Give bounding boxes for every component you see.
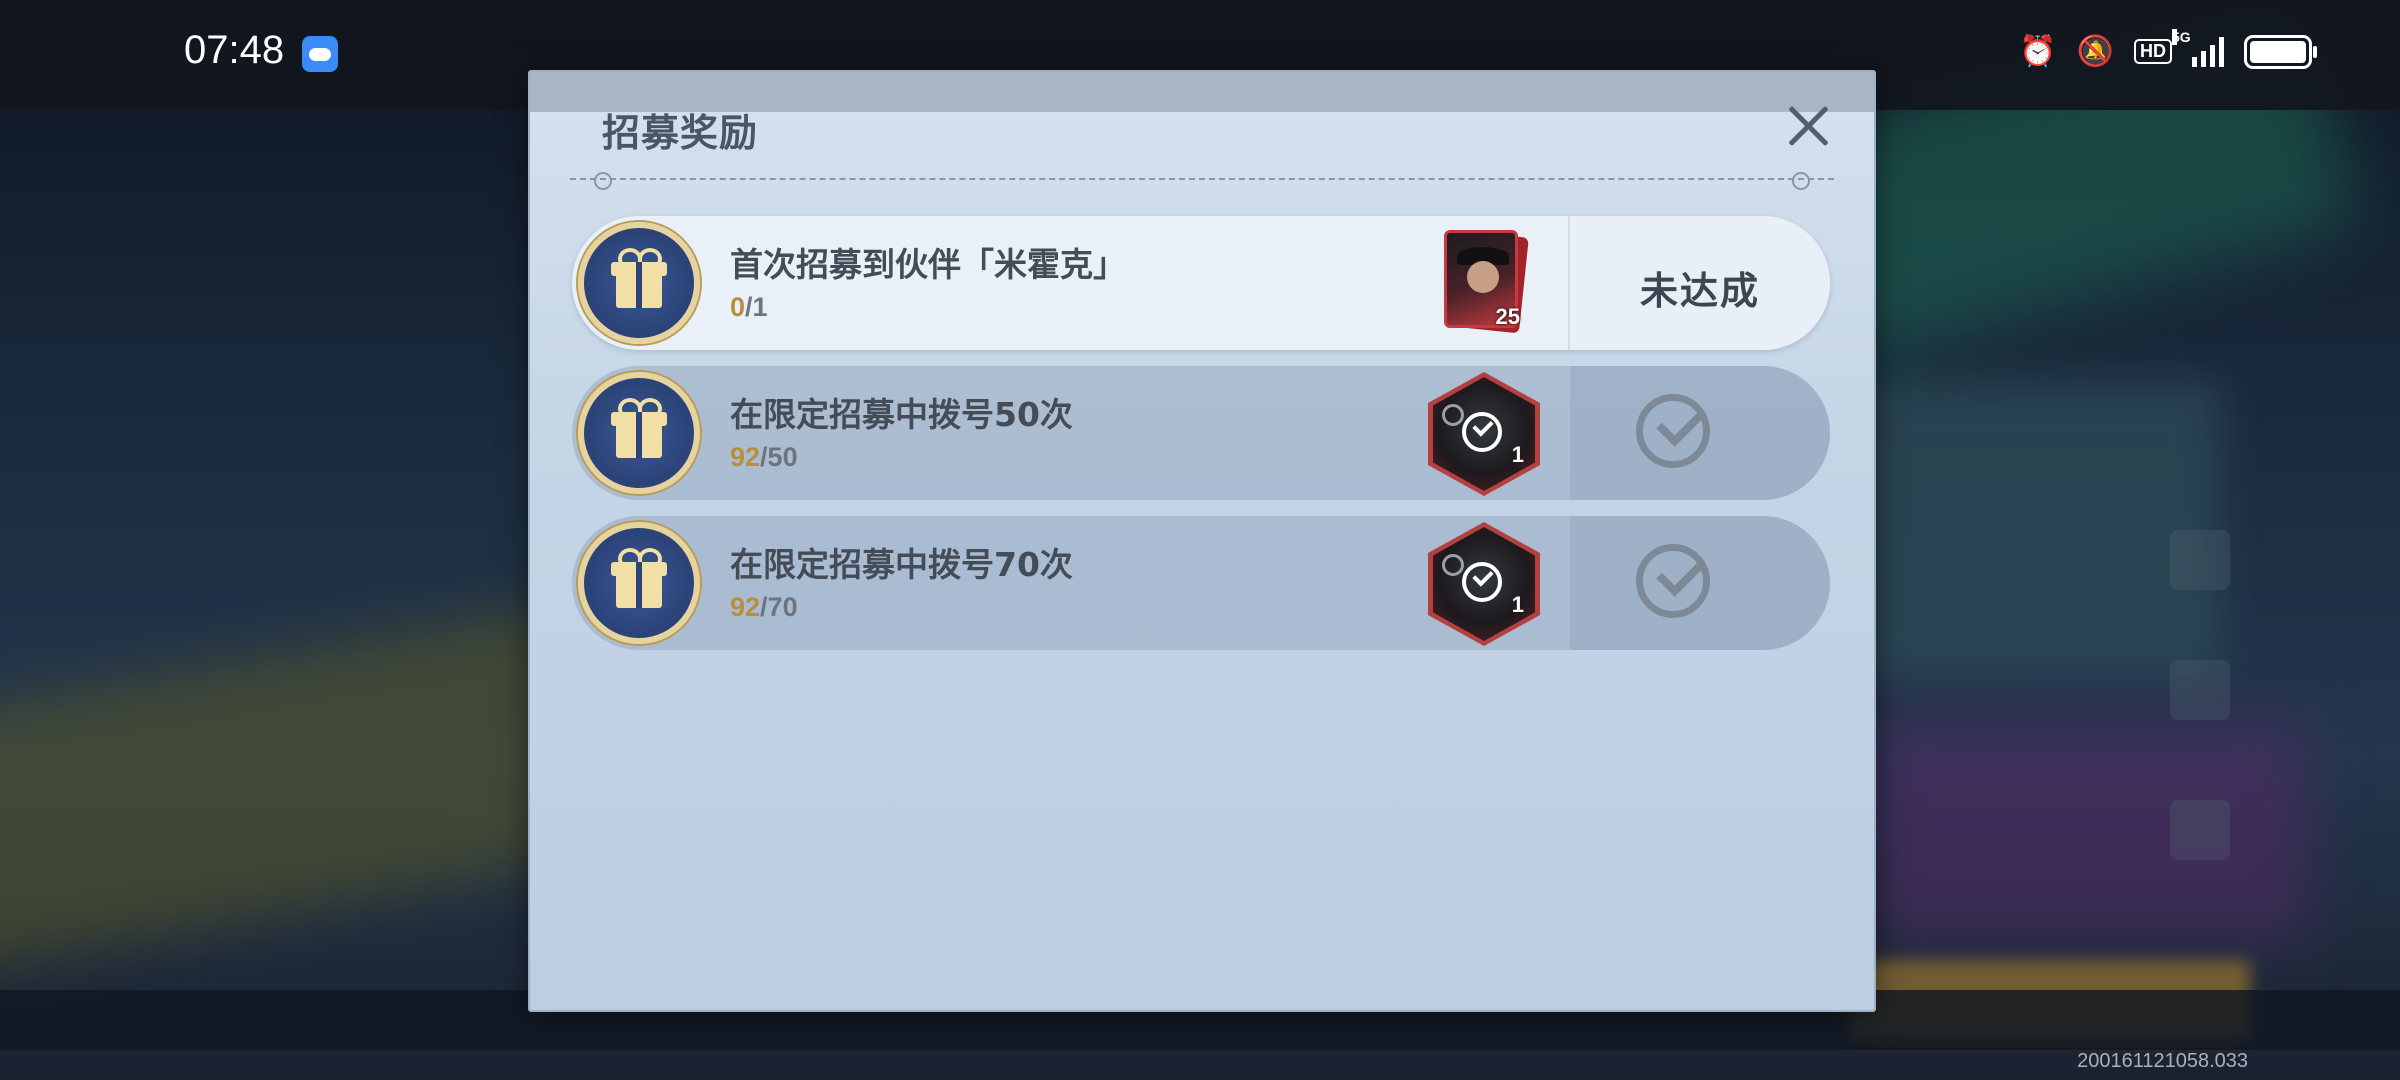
hd-icon: HD [2134, 39, 2172, 64]
hex-token-reward[interactable]: 1 [1428, 372, 1540, 496]
task-label: 在限定招募中拨号70次 [730, 545, 1073, 584]
claimed-check-icon [1462, 562, 1502, 602]
gift-icon [578, 222, 700, 344]
gift-icon [578, 372, 700, 494]
task-progress: 0/1 [730, 292, 768, 322]
silent-icon: 🔕 [2076, 34, 2114, 69]
battery-icon [2244, 34, 2317, 69]
task-label: 在限定招募中拨号50次 [730, 395, 1073, 434]
reward-count: 1 [1511, 592, 1524, 617]
reward-count: 1 [1511, 442, 1524, 467]
task-progress: 92/70 [730, 592, 798, 622]
task-label: 首次招募到伙伴「米霍克」 [730, 245, 1126, 284]
claimed-check-icon [1636, 394, 1710, 468]
title-divider [570, 172, 1834, 190]
task-progress: 92/50 [730, 442, 798, 472]
reward-row: 在限定招募中拨号50次 92/50 1 [572, 366, 1830, 500]
claimed-check-icon [1462, 412, 1502, 452]
dialog-title: 招募奖励 [602, 111, 759, 155]
claim-status [1570, 366, 1830, 500]
gift-icon [578, 522, 700, 644]
status-not-achieved: 未达成 [1639, 269, 1760, 313]
reward-row: 首次招募到伙伴「米霍克」 0/1 25 未达成 [572, 216, 1830, 350]
signal-icon: 5G [2172, 28, 2224, 67]
status-clock: 07:48 [184, 28, 285, 72]
recruit-rewards-dialog: 招募奖励 首次招募到伙伴「米霍克」 0/1 25 未达成 在限定招募中拨号50次… [528, 70, 1876, 1012]
network-type: 5G [2172, 28, 2191, 45]
claim-status: 未达成 [1568, 216, 1830, 350]
hex-token-reward[interactable]: 1 [1428, 522, 1540, 646]
close-button[interactable] [1786, 104, 1830, 148]
reward-row: 在限定招募中拨号70次 92/70 1 [572, 516, 1830, 650]
clock-icon [1442, 554, 1464, 576]
partner-card-reward[interactable]: 25 [1444, 230, 1529, 334]
alarm-icon: ⏰ [2019, 34, 2057, 69]
reward-count: 25 [1495, 304, 1520, 329]
claim-status [1570, 516, 1830, 650]
weather-icon [302, 36, 338, 72]
clock-icon [1442, 404, 1464, 426]
claimed-check-icon [1636, 544, 1710, 618]
build-version: 200161121058.033 [2077, 1050, 2248, 1072]
